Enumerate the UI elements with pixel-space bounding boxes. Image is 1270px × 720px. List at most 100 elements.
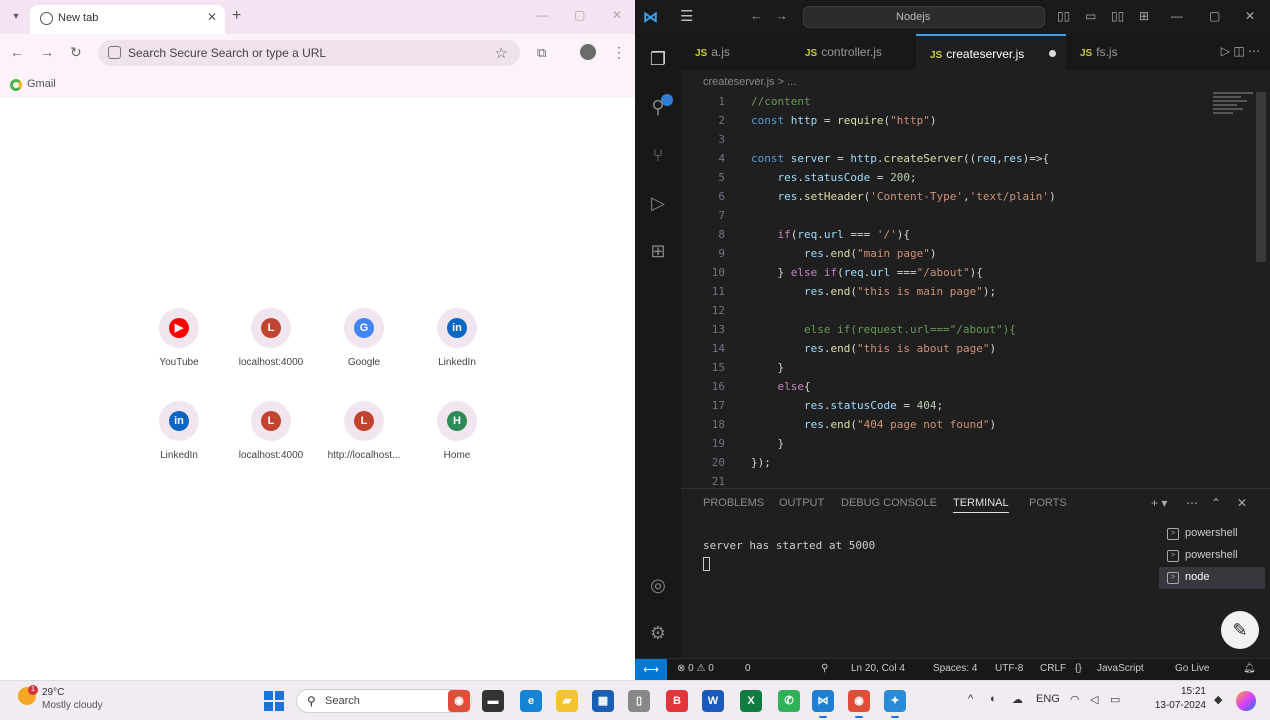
source-control-icon[interactable]: ⑂ — [647, 144, 669, 166]
panel-tab[interactable]: TERMINAL — [953, 497, 1009, 513]
close-panel-icon[interactable]: ✕ — [1237, 496, 1247, 510]
code-editor[interactable]: 1 //content 2 const http = require("http") 3… — [681, 92, 1270, 488]
weather-temperature[interactable]: 29°C — [42, 687, 64, 698]
terminal-instance[interactable]: > powershell — [1159, 545, 1265, 567]
unsaved-dot-icon[interactable] — [1049, 50, 1056, 57]
go-live-button[interactable]: Go Live — [1175, 663, 1209, 674]
back-button[interactable]: ← — [10, 44, 24, 60]
breadcrumb[interactable]: createserver.js > ... — [703, 76, 796, 88]
editor-tab[interactable]: JS createserver.js — [916, 34, 1066, 70]
account-icon[interactable]: ◎ — [647, 574, 669, 596]
file-explorer-icon[interactable]: ▬ — [482, 690, 504, 712]
bookmark-gmail[interactable]: Gmail — [27, 78, 56, 90]
close-icon[interactable]: ✕ — [207, 10, 217, 24]
shortcut-tile[interactable]: in LinkedIn — [411, 308, 503, 378]
browser-tab-new-tab[interactable]: New tab ✕ — [30, 5, 225, 34]
tab-search-icon[interactable]: ▾ — [8, 9, 24, 25]
more-menu-icon[interactable]: ⋮ — [612, 44, 626, 61]
braces-icon[interactable]: {} — [1075, 663, 1082, 674]
clock-time[interactable]: 15:21 — [1170, 686, 1206, 697]
panel-tab[interactable]: PORTS — [1029, 497, 1067, 509]
editor-tab[interactable]: JS fs.js — [1066, 34, 1176, 70]
code-line[interactable]: 8 if(req.url === '/'){ — [681, 225, 1270, 244]
code-line[interactable]: 16 else{ — [681, 377, 1270, 396]
more-actions-icon[interactable]: ⋯ — [1186, 496, 1198, 510]
copilot-icon[interactable] — [1236, 691, 1256, 711]
maximize-icon[interactable]: ▢ — [1209, 9, 1220, 23]
remote-indicator-icon[interactable]: ⟷ — [635, 659, 667, 681]
extensions-icon[interactable]: ⊞ — [647, 240, 669, 262]
notepad-icon[interactable]: ▯ — [628, 690, 650, 712]
code-line[interactable]: 1 //content — [681, 92, 1270, 111]
wifi-icon[interactable]: ◠ — [1070, 693, 1080, 706]
shortcut-tile[interactable]: H Home — [411, 401, 503, 471]
toggle-secondary-sidebar-icon[interactable]: ▯▯ — [1111, 9, 1124, 23]
code-line[interactable]: 12 — [681, 301, 1270, 320]
end-of-line[interactable]: CRLF — [1040, 663, 1066, 674]
volume-icon[interactable]: ◁ — [1090, 693, 1098, 706]
code-line[interactable]: 17 res.statusCode = 404; — [681, 396, 1270, 415]
devtools-icon[interactable]: ✦ — [884, 690, 906, 718]
shortcut-tile[interactable]: Llocalhost:4000 — [225, 401, 317, 471]
edge-icon[interactable]: e — [520, 690, 542, 712]
weather-description[interactable]: Mostly cloudy — [42, 700, 103, 711]
excel-icon[interactable]: X — [740, 690, 762, 712]
panel-tab[interactable]: PROBLEMS — [703, 497, 764, 509]
copilot-chat-icon[interactable]: ✎ — [1221, 611, 1259, 649]
code-line[interactable]: 9 res.end("main page") — [681, 244, 1270, 263]
terminal-instance[interactable]: > powershell — [1159, 523, 1265, 545]
code-line[interactable]: 6 res.setHeader('Content-Type','text/pla… — [681, 187, 1270, 206]
forward-button[interactable]: → — [40, 44, 54, 60]
go-forward-icon[interactable]: → — [775, 8, 788, 23]
code-line[interactable]: 5 res.statusCode = 200; — [681, 168, 1270, 187]
explorer-icon[interactable]: ❐ — [647, 48, 669, 70]
hamburger-menu-icon[interactable]: ☰ — [680, 7, 693, 25]
chevron-up-icon[interactable]: ^ — [968, 693, 973, 705]
editor-tab[interactable]: JS controller.js — [791, 34, 916, 70]
chrome-running-icon[interactable]: ◉ — [848, 690, 870, 718]
editor-scrollbar[interactable] — [1256, 92, 1266, 262]
code-line[interactable]: 7 — [681, 206, 1270, 225]
taskbar-search[interactable]: ⚲ Search — [296, 689, 472, 713]
gear-icon[interactable]: ⚙ — [647, 622, 669, 644]
profile-avatar[interactable] — [580, 44, 596, 60]
maximize-icon[interactable]: ▢ — [574, 8, 585, 22]
toggle-sidebar-icon[interactable]: ▯▯ — [1057, 9, 1070, 23]
editor-tab[interactable]: JS a.js — [681, 34, 791, 70]
problems-status[interactable]: ⊗ 0 ⚠ 0 — [677, 663, 714, 674]
language-indicator[interactable]: ENG — [1036, 693, 1060, 705]
go-back-icon[interactable]: ← — [750, 8, 763, 23]
shortcut-tile[interactable]: Lhttp://localhost... — [318, 401, 410, 471]
store-icon[interactable]: ▦ — [592, 690, 614, 712]
vscode-icon[interactable]: ⋈ — [812, 690, 834, 718]
new-terminal-icon[interactable]: + ▾ — [1151, 496, 1167, 510]
code-line[interactable]: 18 res.end("404 page not found") — [681, 415, 1270, 434]
shortcut-tile[interactable]: Llocalhost:4000 — [225, 308, 317, 378]
customize-layout-icon[interactable]: ⊞ — [1139, 9, 1149, 23]
shortcut-tile[interactable]: ▶ YouTube — [133, 308, 225, 378]
address-bar[interactable]: Search Secure Search or type a URL ☆ — [98, 40, 520, 66]
code-line[interactable]: 13 else if(request.url==="/about"){ — [681, 320, 1270, 339]
new-tab-button[interactable]: + — [232, 7, 241, 25]
split-editor-icon[interactable]: ▷ ◫ ⋯ — [1221, 44, 1260, 58]
minimap[interactable] — [1213, 92, 1253, 122]
code-line[interactable]: 20}); — [681, 453, 1270, 472]
code-line[interactable]: 15 } — [681, 358, 1270, 377]
shortcut-tile[interactable]: G Google — [318, 308, 410, 378]
close-icon[interactable]: ✕ — [1245, 9, 1255, 23]
notifications-icon[interactable]: 🔔︎ — [1243, 663, 1256, 674]
code-line[interactable]: 2 const http = require("http") — [681, 111, 1270, 130]
extensions-icon[interactable]: ⧉ — [537, 45, 546, 61]
minimize-icon[interactable]: — — [1171, 9, 1183, 23]
run-debug-icon[interactable]: ▷ — [647, 192, 669, 214]
clock-date[interactable]: 13-07-2024 — [1150, 700, 1206, 711]
terminal-instance[interactable]: > node — [1159, 567, 1265, 589]
start-button[interactable] — [264, 691, 284, 711]
zoom-icon[interactable]: ⚲ — [821, 663, 828, 674]
panel-tab[interactable]: OUTPUT — [779, 497, 824, 509]
search-icon[interactable]: ⚲ — [647, 96, 669, 118]
reload-button[interactable]: ↻ — [70, 44, 82, 61]
indentation[interactable]: Spaces: 4 — [933, 663, 977, 674]
code-line[interactable]: 11 res.end("this is main page"); — [681, 282, 1270, 301]
maximize-panel-icon[interactable]: ⌃ — [1211, 496, 1221, 510]
